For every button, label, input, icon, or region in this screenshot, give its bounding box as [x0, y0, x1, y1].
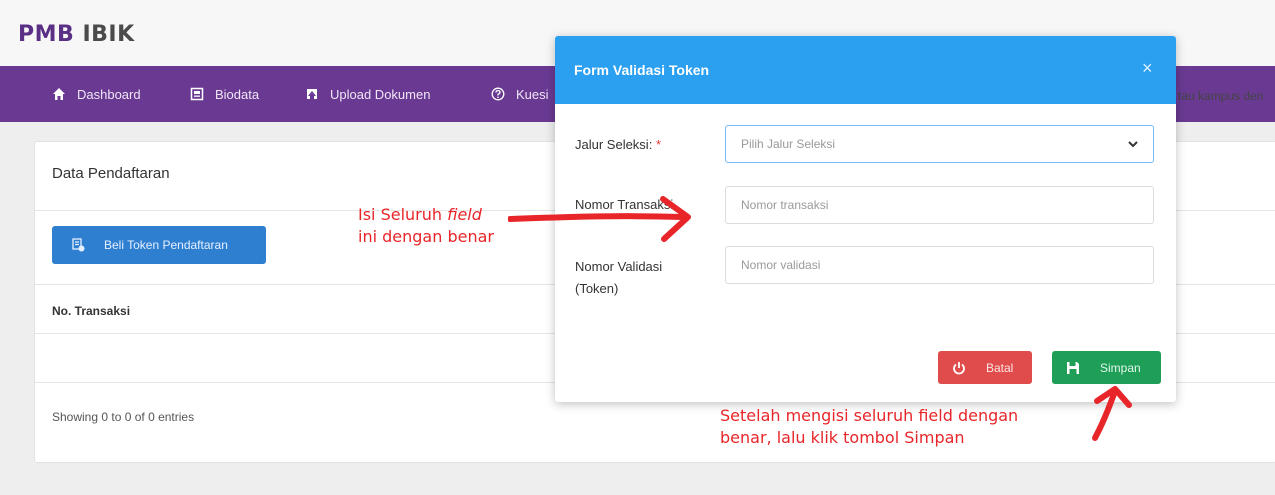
nomor-validasi-input[interactable]: [725, 246, 1154, 284]
table-header-no-transaksi: No. Transaksi: [52, 304, 131, 318]
card-title: Data Pendaftaran: [52, 165, 170, 182]
nav-item-kuesioner[interactable]: Kuesi: [491, 66, 549, 122]
info-text-fragment: tau kampus den: [1178, 89, 1264, 103]
save-icon: [1067, 361, 1079, 374]
modal-title: Form Validasi Token: [574, 62, 710, 78]
instruction-annotation-simpan: Setelah mengisi seluruh field dengan ben…: [720, 406, 1019, 447]
nav-item-upload-dokumen[interactable]: Upload Dokumen: [305, 66, 430, 122]
instruction-annotation-fields: Isi Seluruh field ini dengan benar: [358, 205, 494, 246]
receipt-icon: [72, 238, 85, 252]
nav-item-biodata[interactable]: Biodata: [190, 66, 259, 122]
annotation-arrow-right-icon: [508, 196, 691, 242]
chevron-down-icon: [1128, 141, 1138, 148]
modal-header: Form Validasi Token ×: [555, 36, 1176, 104]
question-icon: [491, 87, 505, 101]
logo[interactable]: PMB IBIK: [18, 22, 135, 47]
nav-item-dashboard[interactable]: Dashboard: [52, 66, 141, 122]
jalur-seleksi-select[interactable]: Pilih Jalur Seleksi: [725, 125, 1154, 163]
batal-button[interactable]: Batal: [938, 351, 1032, 384]
nomor-transaksi-input[interactable]: [725, 186, 1154, 224]
nomor-validasi-label: Nomor Validasi (Token): [575, 259, 663, 296]
simpan-button[interactable]: Simpan: [1052, 351, 1161, 384]
jalur-seleksi-label: Jalur Seleksi: *: [575, 137, 661, 152]
beli-token-button[interactable]: Beli Token Pendaftaran: [52, 226, 266, 264]
close-icon[interactable]: ×: [1142, 58, 1153, 79]
home-icon: [53, 88, 65, 100]
annotation-arrow-up-icon: [1092, 386, 1132, 441]
entries-info: Showing 0 to 0 of 0 entries: [52, 410, 195, 424]
id-card-icon: [190, 87, 204, 101]
power-icon: [953, 361, 965, 374]
upload-icon: [307, 89, 317, 99]
